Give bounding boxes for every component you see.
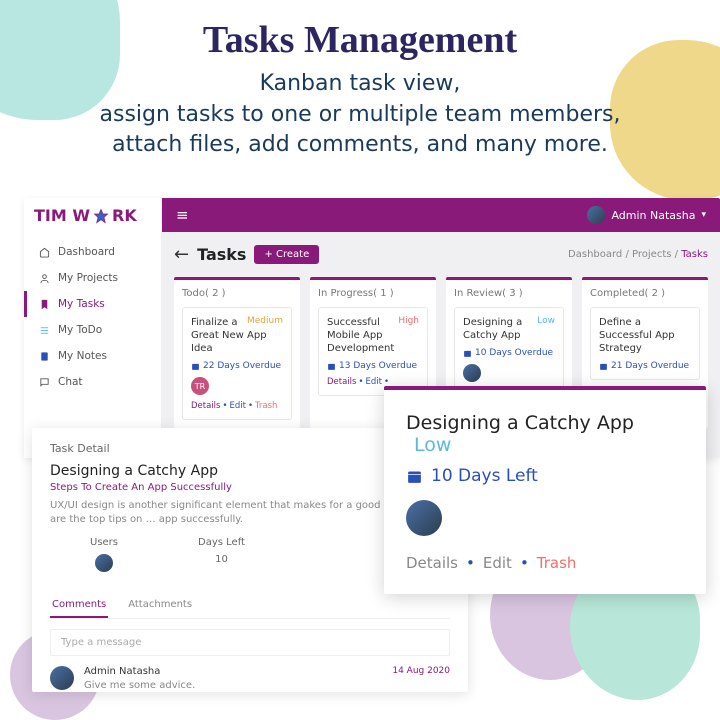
column-header: Todo( 2 ) xyxy=(182,288,292,299)
task-card[interactable]: Medium Finalize a Great New App Idea 22 … xyxy=(182,307,292,420)
popup-avatar xyxy=(406,500,442,536)
comment-author: Admin Natasha xyxy=(84,666,382,677)
page-header: ← Tasks + Create Dashboard / Projects / … xyxy=(174,244,708,265)
nav-label: My Notes xyxy=(58,350,107,362)
due-date: 22 Days Overdue xyxy=(191,361,283,371)
calendar-icon xyxy=(463,349,472,358)
column-header: In Review( 3 ) xyxy=(454,288,564,299)
sidebar-item-my-notes[interactable]: My Notes xyxy=(24,343,161,369)
details-link[interactable]: Details xyxy=(327,377,356,387)
create-button[interactable]: + Create xyxy=(254,245,319,264)
calendar-icon xyxy=(406,468,423,485)
edit-link[interactable]: Edit xyxy=(365,377,381,387)
star-icon xyxy=(93,208,109,224)
assignee-chip: TR xyxy=(191,377,209,395)
popup-title: Designing a Catchy App xyxy=(406,412,634,434)
popup-due: 10 Days Left xyxy=(406,466,684,486)
bookmark-icon xyxy=(39,299,50,310)
column-header: In Progress( 1 ) xyxy=(318,288,428,299)
task-popup-card: Designing a Catchy App Low 10 Days Left … xyxy=(384,386,706,594)
page-title: Tasks Management xyxy=(0,18,720,62)
sidebar-nav: Dashboard My Projects My Tasks My ToDo M… xyxy=(24,239,161,395)
chevron-down-icon: ▾ xyxy=(701,210,706,220)
note-icon xyxy=(39,351,50,362)
trash-link[interactable]: Trash xyxy=(255,401,277,411)
avatar xyxy=(587,206,605,224)
trash-link[interactable]: Trash xyxy=(537,554,577,572)
task-card[interactable]: Define a Successful App Strategy 21 Days… xyxy=(590,307,700,380)
avatar xyxy=(95,554,113,572)
card-title: Define a Successful App Strategy xyxy=(599,316,691,355)
sidebar-item-dashboard[interactable]: Dashboard xyxy=(24,239,161,265)
calendar-icon xyxy=(599,362,608,371)
tab-comments[interactable]: Comments xyxy=(50,593,108,618)
assignee-avatar xyxy=(463,364,481,382)
user-menu[interactable]: Admin Natasha ▾ xyxy=(587,206,706,224)
hamburger-icon[interactable]: ≡ xyxy=(176,206,189,224)
priority-badge: Low xyxy=(537,316,555,326)
details-link[interactable]: Details xyxy=(191,401,220,411)
page-heading: Tasks xyxy=(197,245,246,264)
priority-badge: Medium xyxy=(247,316,283,326)
marketing-header: Tasks Management Kanban task view, assig… xyxy=(0,0,720,160)
sidebar-item-my-projects[interactable]: My Projects xyxy=(24,265,161,291)
due-date: 13 Days Overdue xyxy=(327,361,419,371)
nav-label: My ToDo xyxy=(58,324,102,336)
brand-logo[interactable]: TIM W RK xyxy=(24,198,161,233)
stat-days-left: Days Left10 xyxy=(198,537,245,575)
user-name: Admin Natasha xyxy=(611,209,695,222)
home-icon xyxy=(39,247,50,258)
priority-badge: High xyxy=(398,316,419,326)
sidebar: TIM W RK Dashboard My Projects My Tasks … xyxy=(24,198,162,458)
user-icon xyxy=(39,273,50,284)
popup-priority: Low xyxy=(414,434,451,456)
top-bar: ≡ Admin Natasha ▾ xyxy=(162,198,720,232)
nav-label: My Projects xyxy=(58,272,118,284)
due-date: 10 Days Overdue xyxy=(463,348,555,358)
breadcrumb[interactable]: Dashboard / Projects / Tasks xyxy=(568,249,708,260)
comment-date: 14 Aug 2020 xyxy=(392,666,450,676)
task-card[interactable]: High Successful Mobile App Development 1… xyxy=(318,307,428,396)
card-actions: Details•Edit•Trash xyxy=(191,401,283,411)
nav-label: My Tasks xyxy=(58,298,105,310)
avatar xyxy=(50,666,74,690)
column-header: Completed( 2 ) xyxy=(590,288,700,299)
due-date: 21 Days Overdue xyxy=(599,361,691,371)
nav-label: Dashboard xyxy=(58,246,115,258)
edit-link[interactable]: Edit xyxy=(229,401,245,411)
sidebar-item-my-todo[interactable]: My ToDo xyxy=(24,317,161,343)
calendar-icon xyxy=(327,362,336,371)
kanban-column-todo: Todo( 2 ) Medium Finalize a Great New Ap… xyxy=(174,277,300,428)
stat-users: Users xyxy=(90,537,118,575)
popup-actions: Details•Edit•Trash xyxy=(406,554,684,572)
page-subtitle: Kanban task view, assign tasks to one or… xyxy=(0,68,720,160)
comment-text: Give me some advice. xyxy=(84,680,382,691)
edit-link[interactable]: Edit xyxy=(483,554,512,572)
chat-icon xyxy=(39,377,50,388)
calendar-icon xyxy=(191,362,200,371)
details-link[interactable]: Details xyxy=(406,554,458,572)
list-icon xyxy=(39,325,50,336)
sidebar-item-chat[interactable]: Chat xyxy=(24,369,161,395)
comment: Admin Natasha Give me some advice. 14 Au… xyxy=(50,666,450,691)
sidebar-item-my-tasks[interactable]: My Tasks xyxy=(24,291,161,317)
back-arrow-icon[interactable]: ← xyxy=(174,244,189,265)
tab-attachments[interactable]: Attachments xyxy=(126,593,194,618)
nav-label: Chat xyxy=(58,376,83,388)
message-input[interactable]: Type a message xyxy=(50,629,450,656)
